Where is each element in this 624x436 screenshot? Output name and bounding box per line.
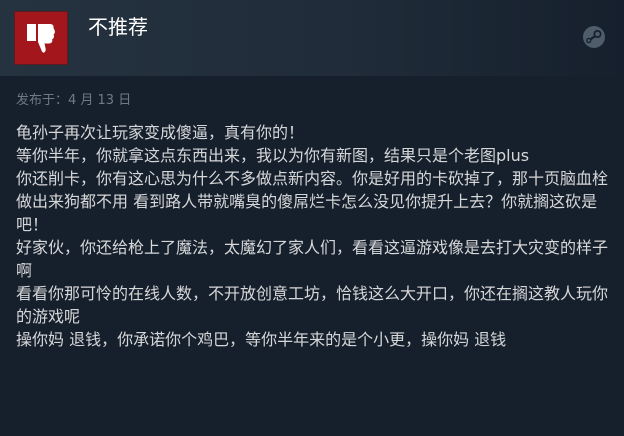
review-line: 好家伙，你还给枪上了魔法，太魔幻了家人们，看看这逼游戏像是去打大灾变的样子啊 [16, 238, 609, 280]
review-line: 龟孙子再次让玩家变成傻逼，真有你的！ [16, 123, 305, 142]
review-card: 不推荐 发布于：4 月 13 日 龟孙子再次让玩家变成傻逼，真有你的！ 等你半年… [0, 0, 624, 436]
not-recommended-badge[interactable] [14, 11, 68, 65]
review-body: 龟孙子再次让玩家变成傻逼，真有你的！ 等你半年，你就拿这点东西出来，我以为你有新… [16, 121, 608, 351]
review-verdict: 不推荐 [88, 15, 148, 39]
review-line: 看看你那可怜的在线人数，不开放创意工坊，恰钱这么大开口，你还在搁这教人玩你的游戏… [16, 284, 609, 326]
posted-date: 发布于：4 月 13 日 [16, 93, 132, 108]
steam-logo-icon [583, 26, 605, 48]
thumbs-down-icon [27, 24, 55, 53]
review-header: 不推荐 [0, 0, 624, 76]
review-line: 你还削卡，你有这心思为什么不多做点新内容。你是好用的卡砍掉了，那十页脑血栓做出来… [16, 169, 609, 234]
review-line: 操你妈 退钱，你承诺你个鸡巴，等你半年来的是个小更，操你妈 退钱 [16, 330, 507, 349]
review-line: 等你半年，你就拿这点东西出来，我以为你有新图，结果只是个老图plus [16, 146, 530, 165]
